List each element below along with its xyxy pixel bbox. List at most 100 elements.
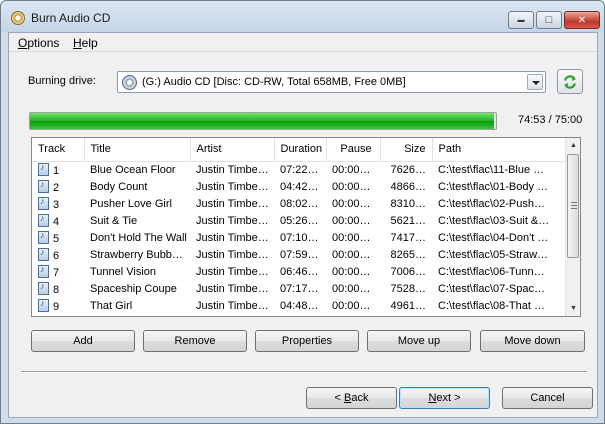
properties-button[interactable]: Properties — [255, 330, 359, 352]
cell-title: Blue Ocean Floor — [90, 163, 176, 176]
burning-drive-value: (G:) Audio CD [Disc: CD-RW, Total 658MB,… — [142, 76, 406, 88]
table-row[interactable]: 2 Body Count Justin Timbe… 04:42… 00:00… 4866… — [32, 178, 566, 195]
remove-button[interactable]: Remove — [143, 330, 247, 352]
cell-title: Don't Hold The Wall — [90, 231, 187, 244]
table-row[interactable]: 5 Don't Hold The Wall Justin Timbe… 07:10… 0… — [32, 229, 566, 246]
table-row[interactable]: 4 Suit & Tie Justin Timbe… 05:26… 00:00… 5621… — [32, 212, 566, 229]
cell-path: C:\test\flac\04-Don't … — [438, 231, 549, 244]
menu-bar: Options Help — [9, 33, 597, 52]
cell-track: 7 — [32, 263, 84, 280]
audio-file-icon — [38, 213, 49, 227]
column-header-pause[interactable]: Pause — [326, 138, 381, 162]
cell-title: Body Count — [90, 180, 148, 193]
burn-progress-fill — [30, 113, 494, 129]
track-list-scrollbar[interactable]: ▲ ▼ — [565, 138, 580, 316]
close-button[interactable]: ✕ — [564, 11, 600, 29]
scroll-up-arrow-icon[interactable]: ▲ — [566, 138, 581, 153]
cell-duration: 07:59… — [280, 248, 319, 261]
table-row[interactable]: 7 Tunnel Vision Justin Timbe… 06:46… 00:00… 7… — [32, 263, 566, 280]
table-row[interactable]: 1 Blue Ocean Floor Justin Timbe… 07:22… 00:0… — [32, 161, 566, 178]
back-button-rest: ack — [351, 392, 369, 404]
maximize-icon: □ — [545, 14, 553, 26]
burning-drive-label: Burning drive: — [28, 75, 96, 87]
cancel-button[interactable]: Cancel — [502, 387, 593, 409]
cell-duration: 04:42… — [280, 180, 319, 193]
move-up-button[interactable]: Move up — [367, 330, 471, 352]
track-list[interactable]: Track Title Artist Duration Pause Size P… — [31, 137, 581, 317]
table-row[interactable]: 3 Pusher Love Girl Justin Timbe… 08:02… 00:0… — [32, 195, 566, 212]
cell-path: C:\test\flac\05-Straw… — [438, 248, 549, 261]
cell-duration: 07:17… — [280, 282, 319, 295]
cell-track: 6 — [32, 246, 84, 263]
table-row[interactable]: 6 Strawberry Bubb… Justin Timbe… 07:59… 00:0… — [32, 246, 566, 263]
back-button-pre: < — [334, 392, 344, 404]
close-icon: ✕ — [577, 14, 587, 26]
audio-file-icon — [38, 298, 49, 312]
cell-pause: 00:00… — [332, 197, 371, 210]
cell-duration: 07:22… — [280, 163, 319, 176]
move-down-button[interactable]: Move down — [480, 330, 585, 352]
audio-file-icon — [38, 264, 49, 278]
column-header-title[interactable]: Title — [84, 138, 191, 162]
app-window: Burn Audio CD ▬ □ ✕ Options Help Burning… — [0, 0, 605, 424]
menu-help-rest: elp — [81, 36, 98, 50]
audio-file-icon — [38, 281, 49, 295]
cell-size: 7626… — [390, 163, 426, 176]
table-header-row: Track Title Artist Duration Pause Size P… — [32, 138, 567, 162]
title-bar[interactable]: Burn Audio CD ▬ □ ✕ — [1, 1, 604, 32]
cell-duration: 07:10… — [280, 231, 319, 244]
column-header-path[interactable]: Path — [432, 138, 567, 162]
cell-track: 4 — [32, 212, 84, 229]
maximize-button[interactable]: □ — [536, 11, 562, 29]
track-table: Track Title Artist Duration Pause Size P… — [32, 138, 567, 314]
menu-help[interactable]: Help — [71, 35, 100, 51]
back-button[interactable]: < Back — [306, 387, 397, 409]
column-header-duration[interactable]: Duration — [274, 138, 327, 162]
cell-size: 8265… — [390, 248, 426, 261]
cell-track: 3 — [32, 195, 84, 212]
cell-duration: 06:46… — [280, 265, 319, 278]
column-header-size[interactable]: Size — [380, 138, 433, 162]
minimize-button[interactable]: ▬ — [508, 11, 534, 29]
table-row[interactable]: 8 Spaceship Coupe Justin Timbe… 07:17… 00:00… — [32, 280, 566, 297]
next-button[interactable]: Next > — [399, 387, 490, 409]
cell-pause: 00:00… — [332, 163, 371, 176]
cell-track: 2 — [32, 178, 84, 195]
refresh-button[interactable] — [557, 69, 583, 94]
track-number: 3 — [53, 198, 60, 211]
column-header-artist[interactable]: Artist — [190, 138, 275, 162]
track-number: 4 — [53, 215, 60, 228]
track-number: 6 — [53, 249, 60, 262]
cell-title: That Girl — [90, 299, 133, 312]
cell-duration: 05:26… — [280, 214, 319, 227]
cell-path: C:\test\flac\02-Push… — [438, 197, 545, 210]
cell-path: C:\test\flac\08-That … — [438, 299, 545, 312]
track-number: 2 — [53, 181, 60, 194]
cell-artist: Justin Timbe… — [196, 197, 269, 210]
add-button[interactable]: Add — [31, 330, 135, 352]
cell-pause: 00:00… — [332, 248, 371, 261]
minimize-icon: ▬ — [517, 16, 525, 24]
cell-track: 1 — [32, 161, 84, 178]
cell-path: C:\test\flac\11-Blue … — [438, 163, 545, 176]
cell-track: 9 — [32, 297, 84, 314]
table-row[interactable]: 9 That Girl Justin Timbe… 04:48… 00:00… 4961…… — [32, 297, 566, 314]
cell-size: 7006… — [390, 265, 426, 278]
cell-duration: 08:02… — [280, 197, 319, 210]
scroll-down-arrow-icon[interactable]: ▼ — [566, 301, 581, 316]
burning-drive-select[interactable]: (G:) Audio CD [Disc: CD-RW, Total 658MB,… — [117, 71, 546, 93]
audio-file-icon — [38, 196, 49, 210]
cell-path: C:\test\flac\06-Tunn… — [438, 265, 545, 278]
column-header-track[interactable]: Track — [32, 138, 85, 162]
cell-title: Tunnel Vision — [90, 265, 157, 278]
cell-path: C:\test\flac\07-Spac… — [438, 282, 545, 295]
menu-options[interactable]: Options — [16, 35, 61, 51]
scrollbar-thumb[interactable] — [567, 154, 579, 258]
cell-artist: Justin Timbe… — [196, 248, 269, 261]
cell-pause: 00:00… — [332, 299, 371, 312]
cell-size: 5621… — [390, 214, 426, 227]
track-number: 7 — [53, 266, 60, 279]
next-button-rest: ext > — [436, 392, 461, 404]
chevron-down-icon[interactable] — [527, 74, 543, 90]
menu-options-rest: ptions — [27, 36, 60, 50]
